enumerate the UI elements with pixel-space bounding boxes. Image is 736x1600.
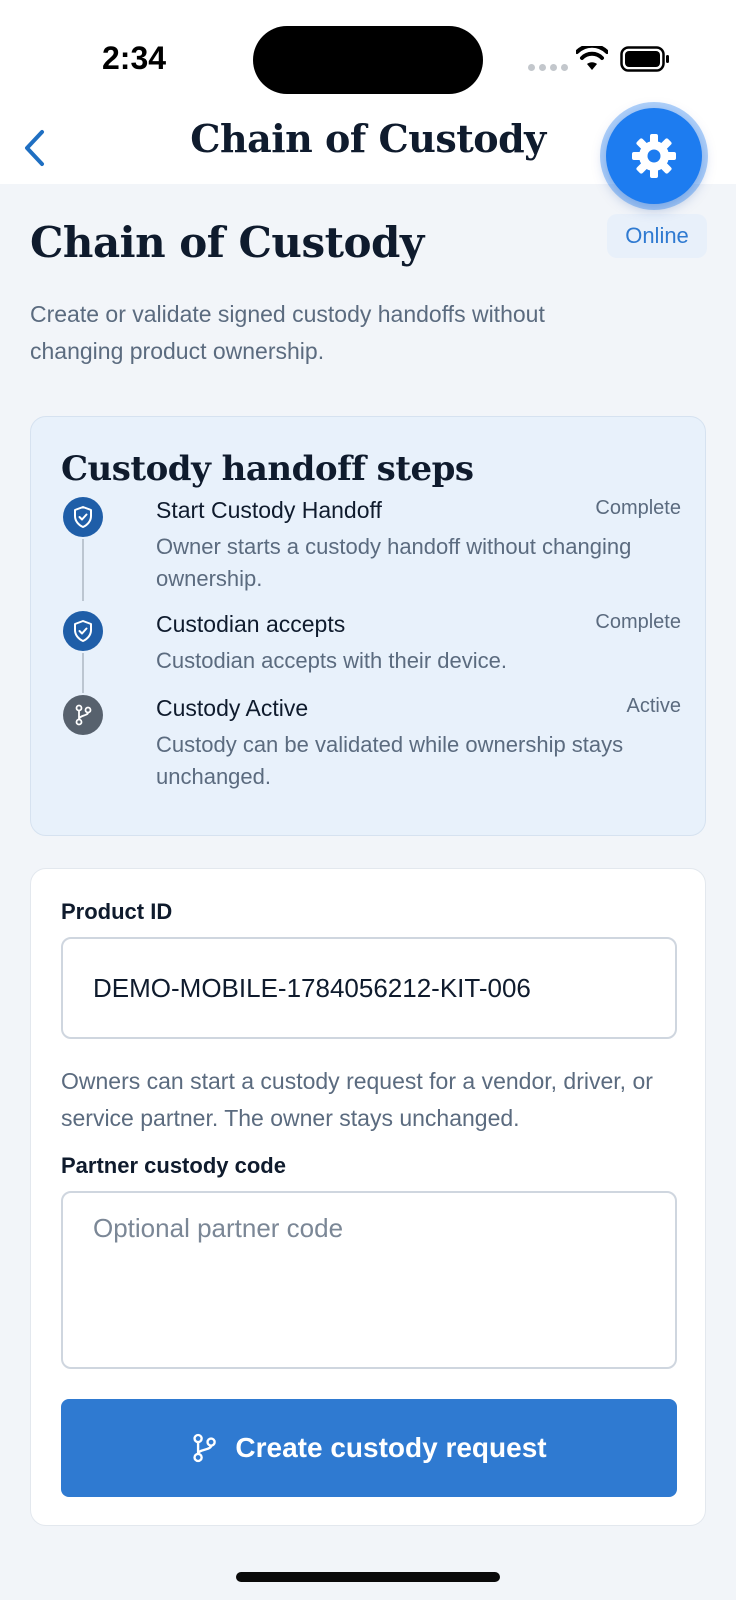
gear-icon [632, 134, 676, 178]
page-title: Chain of Custody [30, 218, 424, 267]
custody-steps-card: Custody handoff steps Start Custody Hand… [30, 416, 706, 836]
shield-check-icon [63, 611, 103, 651]
step-description: Owner starts a custody handoff without c… [156, 534, 632, 591]
signal-icon [528, 64, 568, 71]
product-id-input[interactable]: DEMO-MOBILE-1784056212-KIT-006 [61, 937, 677, 1039]
git-branch-icon [193, 1433, 217, 1463]
create-custody-request-button[interactable]: Create custody request [61, 1399, 677, 1497]
step-connector [82, 539, 84, 601]
git-branch-icon [63, 695, 103, 735]
home-indicator [236, 1572, 500, 1582]
status-time: 2:34 [102, 40, 167, 76]
steps-card-title: Custody handoff steps [61, 449, 474, 489]
create-custody-request-label: Create custody request [235, 1432, 547, 1463]
step-label: Custodian accepts [156, 611, 346, 637]
step-label: Start Custody Handoff [156, 497, 382, 523]
product-id-label: Product ID [61, 899, 173, 924]
wifi-icon [576, 46, 608, 70]
custody-help-text: Owners can start a custody request for a… [61, 1068, 653, 1131]
battery-icon [620, 46, 669, 72]
connection-status-badge: Online [607, 214, 707, 258]
settings-button[interactable] [606, 108, 702, 204]
status-bar: 2:34 [0, 0, 736, 110]
step-status: Complete [595, 611, 681, 633]
step-status: Active [626, 695, 681, 717]
step-description: Custodian accepts with their device. [156, 648, 507, 673]
custody-request-form: Product ID DEMO-MOBILE-1784056212-KIT-00… [30, 868, 706, 1526]
page-subtitle: Create or validate signed custody handof… [30, 301, 545, 364]
shield-check-icon [63, 497, 103, 537]
dynamic-island [253, 26, 483, 94]
step-label: Custody Active [156, 695, 309, 721]
partner-code-label: Partner custody code [61, 1153, 286, 1178]
step-description: Custody can be validated while ownership… [156, 732, 624, 789]
partner-code-input[interactable]: Optional partner code [61, 1191, 677, 1369]
step-status: Complete [595, 497, 681, 519]
step-connector [82, 653, 84, 693]
